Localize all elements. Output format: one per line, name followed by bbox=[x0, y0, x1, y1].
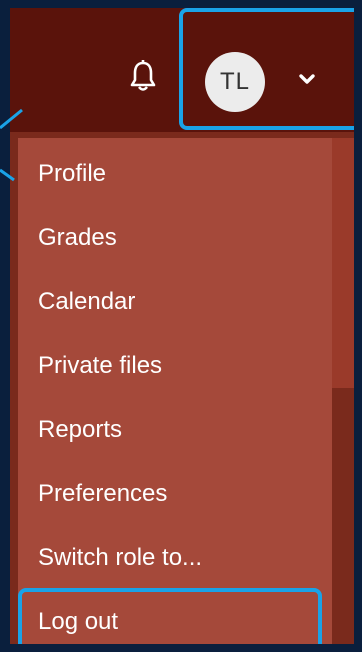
menu-item-switch-role[interactable]: Switch role to... bbox=[38, 544, 202, 572]
avatar[interactable]: TL bbox=[205, 52, 265, 112]
menu-item-profile[interactable]: Profile bbox=[38, 160, 106, 188]
callout-connector bbox=[0, 108, 23, 182]
menu-item-private-files[interactable]: Private files bbox=[38, 352, 162, 380]
chevron-down-icon[interactable] bbox=[297, 72, 317, 86]
top-navbar: TL bbox=[10, 8, 354, 132]
bell-icon[interactable] bbox=[129, 60, 157, 92]
menu-item-calendar[interactable]: Calendar bbox=[38, 288, 135, 316]
menu-item-preferences[interactable]: Preferences bbox=[38, 480, 167, 508]
screenshot-frame: TL Profile Grades Calendar Private files… bbox=[0, 0, 362, 652]
user-dropdown-menu: Profile Grades Calendar Private files Re… bbox=[18, 138, 332, 644]
log-out-highlight bbox=[18, 588, 322, 644]
page-background-strip-lower bbox=[332, 388, 354, 644]
menu-item-reports[interactable]: Reports bbox=[38, 416, 122, 444]
menu-item-grades[interactable]: Grades bbox=[38, 224, 117, 252]
page-background-strip bbox=[332, 138, 354, 388]
avatar-initials: TL bbox=[219, 68, 250, 95]
user-menu-toggle[interactable]: TL bbox=[179, 8, 354, 130]
